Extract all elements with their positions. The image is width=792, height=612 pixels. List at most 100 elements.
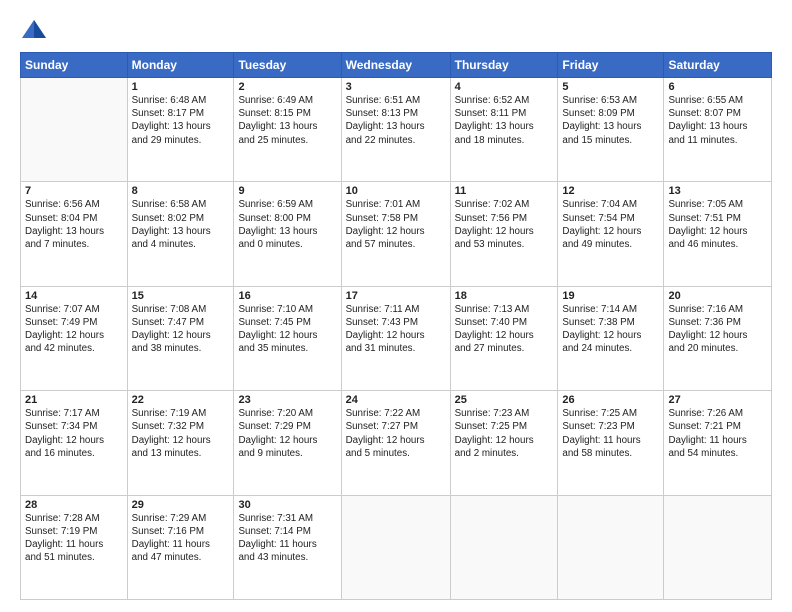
- day-info: Sunrise: 7:29 AMSunset: 7:16 PMDaylight:…: [132, 512, 230, 565]
- calendar-cell: 11Sunrise: 7:02 AMSunset: 7:56 PMDayligh…: [450, 182, 558, 286]
- day-number: 30: [238, 499, 336, 511]
- day-info: Sunrise: 7:10 AMSunset: 7:45 PMDaylight:…: [238, 303, 336, 356]
- day-number: 18: [455, 290, 554, 302]
- day-number: 6: [668, 81, 767, 93]
- day-number: 3: [346, 81, 446, 93]
- day-info: Sunrise: 6:49 AMSunset: 8:15 PMDaylight:…: [238, 94, 336, 147]
- day-number: 26: [562, 394, 659, 406]
- calendar-cell: 3Sunrise: 6:51 AMSunset: 8:13 PMDaylight…: [341, 78, 450, 182]
- calendar-cell: 2Sunrise: 6:49 AMSunset: 8:15 PMDaylight…: [234, 78, 341, 182]
- day-number: 17: [346, 290, 446, 302]
- day-number: 8: [132, 185, 230, 197]
- calendar-cell: 22Sunrise: 7:19 AMSunset: 7:32 PMDayligh…: [127, 391, 234, 495]
- calendar-cell: 7Sunrise: 6:56 AMSunset: 8:04 PMDaylight…: [21, 182, 128, 286]
- calendar-cell: 6Sunrise: 6:55 AMSunset: 8:07 PMDaylight…: [664, 78, 772, 182]
- day-number: 28: [25, 499, 123, 511]
- calendar-cell: 13Sunrise: 7:05 AMSunset: 7:51 PMDayligh…: [664, 182, 772, 286]
- day-info: Sunrise: 6:59 AMSunset: 8:00 PMDaylight:…: [238, 198, 336, 251]
- day-info: Sunrise: 7:25 AMSunset: 7:23 PMDaylight:…: [562, 407, 659, 460]
- day-info: Sunrise: 6:55 AMSunset: 8:07 PMDaylight:…: [668, 94, 767, 147]
- day-of-week-header: Wednesday: [341, 53, 450, 78]
- day-number: 13: [668, 185, 767, 197]
- calendar-cell: 21Sunrise: 7:17 AMSunset: 7:34 PMDayligh…: [21, 391, 128, 495]
- calendar-cell: 8Sunrise: 6:58 AMSunset: 8:02 PMDaylight…: [127, 182, 234, 286]
- day-info: Sunrise: 7:28 AMSunset: 7:19 PMDaylight:…: [25, 512, 123, 565]
- day-number: 1: [132, 81, 230, 93]
- day-number: 2: [238, 81, 336, 93]
- calendar-cell: 14Sunrise: 7:07 AMSunset: 7:49 PMDayligh…: [21, 286, 128, 390]
- calendar-cell: 9Sunrise: 6:59 AMSunset: 8:00 PMDaylight…: [234, 182, 341, 286]
- day-info: Sunrise: 7:26 AMSunset: 7:21 PMDaylight:…: [668, 407, 767, 460]
- calendar-cell: [558, 495, 664, 599]
- calendar-cell: 12Sunrise: 7:04 AMSunset: 7:54 PMDayligh…: [558, 182, 664, 286]
- day-info: Sunrise: 7:31 AMSunset: 7:14 PMDaylight:…: [238, 512, 336, 565]
- day-info: Sunrise: 6:52 AMSunset: 8:11 PMDaylight:…: [455, 94, 554, 147]
- day-info: Sunrise: 6:51 AMSunset: 8:13 PMDaylight:…: [346, 94, 446, 147]
- day-info: Sunrise: 7:05 AMSunset: 7:51 PMDaylight:…: [668, 198, 767, 251]
- logo-icon: [20, 16, 48, 44]
- calendar-cell: 27Sunrise: 7:26 AMSunset: 7:21 PMDayligh…: [664, 391, 772, 495]
- day-number: 7: [25, 185, 123, 197]
- day-number: 12: [562, 185, 659, 197]
- calendar-cell: [664, 495, 772, 599]
- day-info: Sunrise: 7:23 AMSunset: 7:25 PMDaylight:…: [455, 407, 554, 460]
- day-number: 16: [238, 290, 336, 302]
- page: SundayMondayTuesdayWednesdayThursdayFrid…: [0, 0, 792, 612]
- day-info: Sunrise: 6:58 AMSunset: 8:02 PMDaylight:…: [132, 198, 230, 251]
- day-info: Sunrise: 7:14 AMSunset: 7:38 PMDaylight:…: [562, 303, 659, 356]
- day-info: Sunrise: 7:11 AMSunset: 7:43 PMDaylight:…: [346, 303, 446, 356]
- day-info: Sunrise: 6:56 AMSunset: 8:04 PMDaylight:…: [25, 198, 123, 251]
- calendar-cell: 4Sunrise: 6:52 AMSunset: 8:11 PMDaylight…: [450, 78, 558, 182]
- day-number: 24: [346, 394, 446, 406]
- day-number: 21: [25, 394, 123, 406]
- day-info: Sunrise: 7:17 AMSunset: 7:34 PMDaylight:…: [25, 407, 123, 460]
- day-number: 10: [346, 185, 446, 197]
- calendar-cell: [21, 78, 128, 182]
- day-number: 14: [25, 290, 123, 302]
- day-info: Sunrise: 7:04 AMSunset: 7:54 PMDaylight:…: [562, 198, 659, 251]
- day-number: 20: [668, 290, 767, 302]
- day-of-week-header: Saturday: [664, 53, 772, 78]
- calendar-cell: 30Sunrise: 7:31 AMSunset: 7:14 PMDayligh…: [234, 495, 341, 599]
- calendar-cell: 10Sunrise: 7:01 AMSunset: 7:58 PMDayligh…: [341, 182, 450, 286]
- calendar-cell: 28Sunrise: 7:28 AMSunset: 7:19 PMDayligh…: [21, 495, 128, 599]
- logo: [20, 16, 50, 44]
- calendar-cell: 29Sunrise: 7:29 AMSunset: 7:16 PMDayligh…: [127, 495, 234, 599]
- day-number: 9: [238, 185, 336, 197]
- calendar-body: 1Sunrise: 6:48 AMSunset: 8:17 PMDaylight…: [21, 78, 772, 600]
- day-number: 25: [455, 394, 554, 406]
- calendar-cell: 15Sunrise: 7:08 AMSunset: 7:47 PMDayligh…: [127, 286, 234, 390]
- day-info: Sunrise: 7:13 AMSunset: 7:40 PMDaylight:…: [455, 303, 554, 356]
- day-number: 19: [562, 290, 659, 302]
- calendar-cell: [450, 495, 558, 599]
- calendar-row: 21Sunrise: 7:17 AMSunset: 7:34 PMDayligh…: [21, 391, 772, 495]
- day-number: 27: [668, 394, 767, 406]
- day-info: Sunrise: 7:19 AMSunset: 7:32 PMDaylight:…: [132, 407, 230, 460]
- calendar-table: SundayMondayTuesdayWednesdayThursdayFrid…: [20, 52, 772, 600]
- day-info: Sunrise: 6:48 AMSunset: 8:17 PMDaylight:…: [132, 94, 230, 147]
- day-number: 29: [132, 499, 230, 511]
- day-info: Sunrise: 6:53 AMSunset: 8:09 PMDaylight:…: [562, 94, 659, 147]
- day-info: Sunrise: 7:08 AMSunset: 7:47 PMDaylight:…: [132, 303, 230, 356]
- calendar-cell: [341, 495, 450, 599]
- calendar-cell: 25Sunrise: 7:23 AMSunset: 7:25 PMDayligh…: [450, 391, 558, 495]
- day-of-week-header: Monday: [127, 53, 234, 78]
- calendar-cell: 5Sunrise: 6:53 AMSunset: 8:09 PMDaylight…: [558, 78, 664, 182]
- calendar-cell: 24Sunrise: 7:22 AMSunset: 7:27 PMDayligh…: [341, 391, 450, 495]
- header-row: SundayMondayTuesdayWednesdayThursdayFrid…: [21, 53, 772, 78]
- day-number: 22: [132, 394, 230, 406]
- day-of-week-header: Tuesday: [234, 53, 341, 78]
- day-of-week-header: Sunday: [21, 53, 128, 78]
- day-of-week-header: Friday: [558, 53, 664, 78]
- day-number: 15: [132, 290, 230, 302]
- calendar-cell: 19Sunrise: 7:14 AMSunset: 7:38 PMDayligh…: [558, 286, 664, 390]
- day-number: 5: [562, 81, 659, 93]
- calendar-cell: 16Sunrise: 7:10 AMSunset: 7:45 PMDayligh…: [234, 286, 341, 390]
- calendar-cell: 1Sunrise: 6:48 AMSunset: 8:17 PMDaylight…: [127, 78, 234, 182]
- day-info: Sunrise: 7:22 AMSunset: 7:27 PMDaylight:…: [346, 407, 446, 460]
- calendar-row: 1Sunrise: 6:48 AMSunset: 8:17 PMDaylight…: [21, 78, 772, 182]
- day-number: 4: [455, 81, 554, 93]
- day-info: Sunrise: 7:02 AMSunset: 7:56 PMDaylight:…: [455, 198, 554, 251]
- day-info: Sunrise: 7:16 AMSunset: 7:36 PMDaylight:…: [668, 303, 767, 356]
- calendar-cell: 17Sunrise: 7:11 AMSunset: 7:43 PMDayligh…: [341, 286, 450, 390]
